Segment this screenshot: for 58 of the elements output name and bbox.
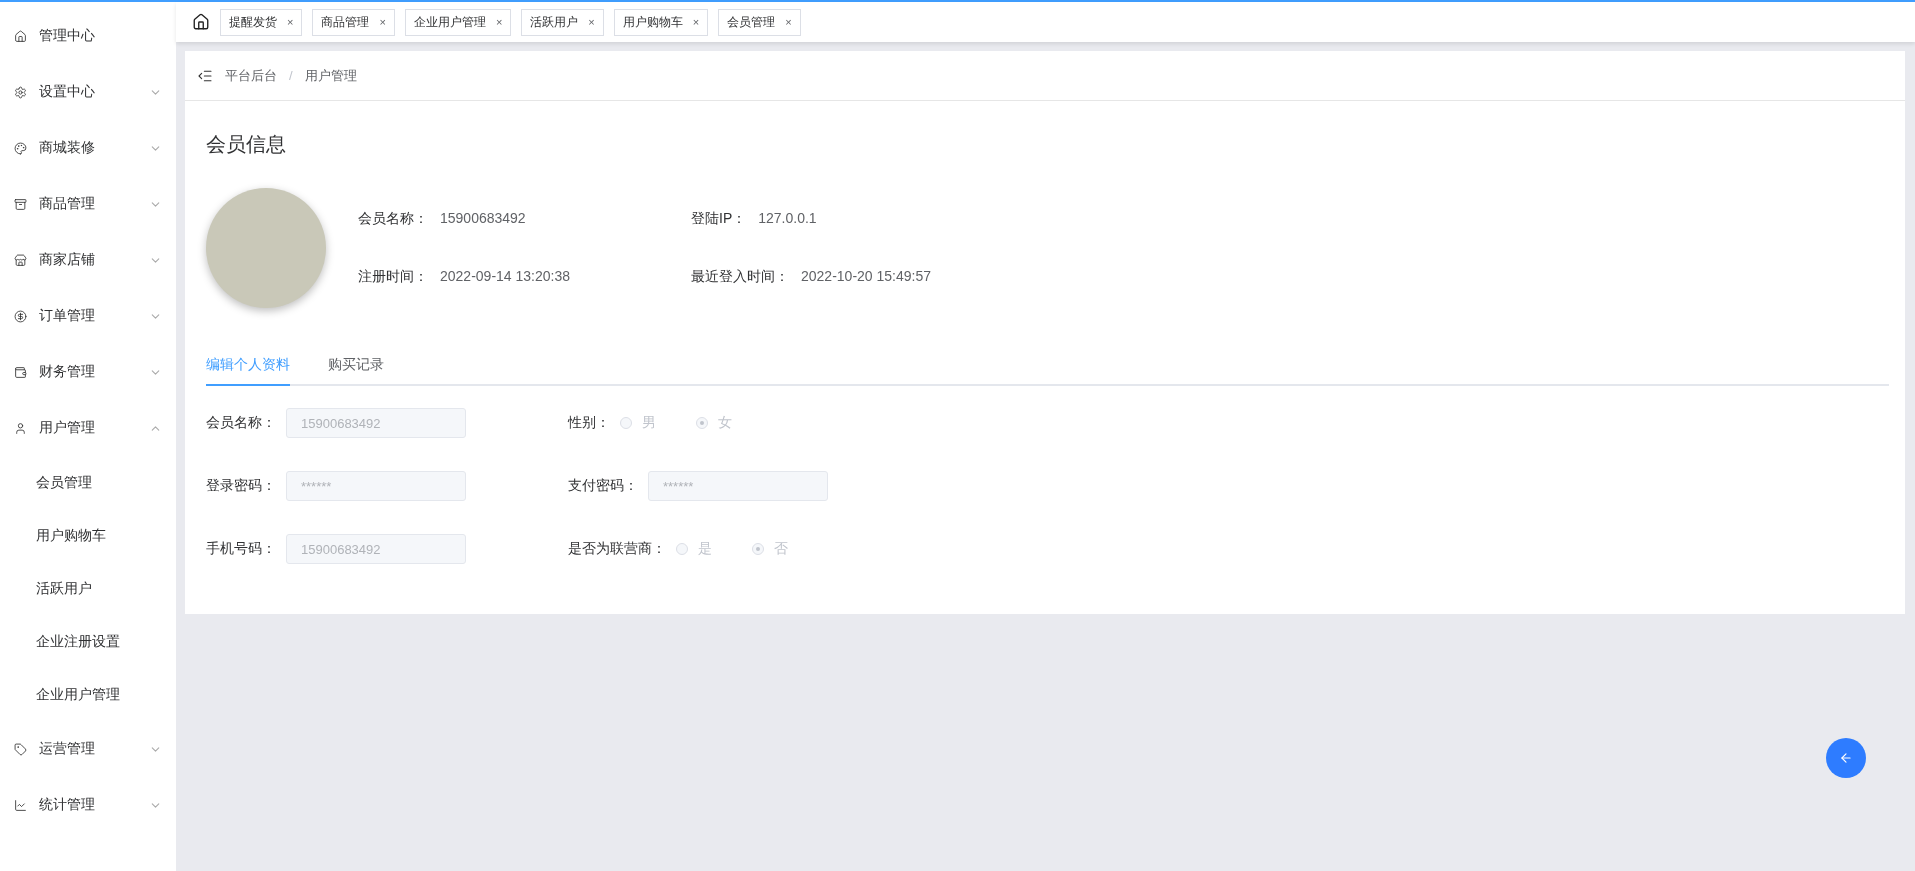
sidebar-subitem[interactable]: 企业注册设置 bbox=[0, 615, 176, 668]
info-value: 2022-10-20 15:49:57 bbox=[801, 268, 931, 284]
close-icon[interactable]: × bbox=[495, 16, 503, 28]
dollar-coin-icon bbox=[14, 309, 27, 323]
page-tab[interactable]: 提醒发货 × bbox=[220, 8, 303, 36]
sidebar-item[interactable]: 订单管理 bbox=[0, 288, 176, 344]
sidebar-item[interactable]: 设置中心 bbox=[0, 64, 176, 120]
field-label: 手机号码： bbox=[206, 540, 276, 558]
palette-icon bbox=[14, 141, 27, 155]
sidebar-item[interactable]: 商家店铺 bbox=[0, 232, 176, 288]
close-icon[interactable]: × bbox=[692, 16, 700, 28]
page-tab[interactable]: 用户购物车 × bbox=[613, 8, 709, 36]
archive-icon bbox=[14, 197, 27, 211]
info-value: 15900683492 bbox=[440, 210, 526, 226]
sidebar-subitem[interactable]: 活跃用户 bbox=[0, 562, 176, 615]
info-label: 最近登入时间： bbox=[691, 268, 789, 284]
user-icon bbox=[14, 421, 27, 435]
page-tab[interactable]: 企业用户管理 × bbox=[404, 8, 512, 36]
sidebar-subitem[interactable]: 用户购物车 bbox=[0, 509, 176, 562]
store-icon bbox=[14, 253, 27, 267]
breadcrumb-item: 用户管理 bbox=[304, 66, 357, 85]
info-value: 127.0.0.1 bbox=[758, 210, 817, 226]
settings-icon bbox=[14, 85, 27, 99]
sidebar-item[interactable]: 用户管理 bbox=[0, 400, 176, 456]
sidebar-item[interactable]: 管理中心 bbox=[0, 8, 176, 64]
tag-icon bbox=[14, 742, 27, 756]
field-label: 登录密码： bbox=[206, 477, 276, 495]
sidebar-item[interactable]: 财务管理 bbox=[0, 344, 176, 400]
info-label: 会员名称： bbox=[358, 210, 428, 226]
page-tab[interactable]: 会员管理 × bbox=[718, 8, 801, 36]
breadcrumb-separator: / bbox=[289, 68, 293, 83]
sidebar-item[interactable]: 运营管理 bbox=[0, 721, 176, 777]
sidebar-subitem[interactable]: 企业用户管理 bbox=[0, 668, 176, 721]
close-icon[interactable]: × bbox=[379, 16, 386, 28]
page-tab[interactable]: 活跃用户 × bbox=[521, 8, 604, 36]
info-value: 2022-09-14 13:20:38 bbox=[440, 268, 570, 284]
field-label: 支付密码： bbox=[568, 477, 638, 495]
line-chart-icon bbox=[14, 798, 27, 812]
close-icon[interactable]: × bbox=[785, 16, 792, 28]
home-icon[interactable] bbox=[192, 13, 210, 31]
tab[interactable]: 购买记录 bbox=[328, 356, 384, 386]
back-button[interactable] bbox=[1826, 738, 1866, 778]
page-title: 会员信息 bbox=[206, 132, 287, 157]
field-label: 会员名称： bbox=[206, 414, 276, 432]
breadcrumb-item[interactable]: 平台后台 bbox=[225, 66, 277, 85]
info-label: 注册时间： bbox=[358, 268, 428, 284]
sidebar-item[interactable]: 统计管理 bbox=[0, 777, 176, 833]
wallet-icon bbox=[14, 365, 27, 379]
sidebar-item[interactable]: 商城装修 bbox=[0, 120, 176, 176]
sidebar-subitem[interactable]: 会员管理 bbox=[0, 456, 176, 509]
close-icon[interactable]: × bbox=[287, 16, 294, 28]
field-label: 是否为联营商： bbox=[568, 540, 666, 558]
close-icon[interactable]: × bbox=[588, 16, 595, 28]
sidebar-item[interactable]: 商品管理 bbox=[0, 176, 176, 232]
field-label: 性别： bbox=[568, 414, 610, 432]
page-tab[interactable]: 商品管理 × bbox=[312, 8, 395, 36]
home-icon bbox=[14, 29, 27, 43]
info-label: 登陆IP： bbox=[691, 210, 747, 226]
